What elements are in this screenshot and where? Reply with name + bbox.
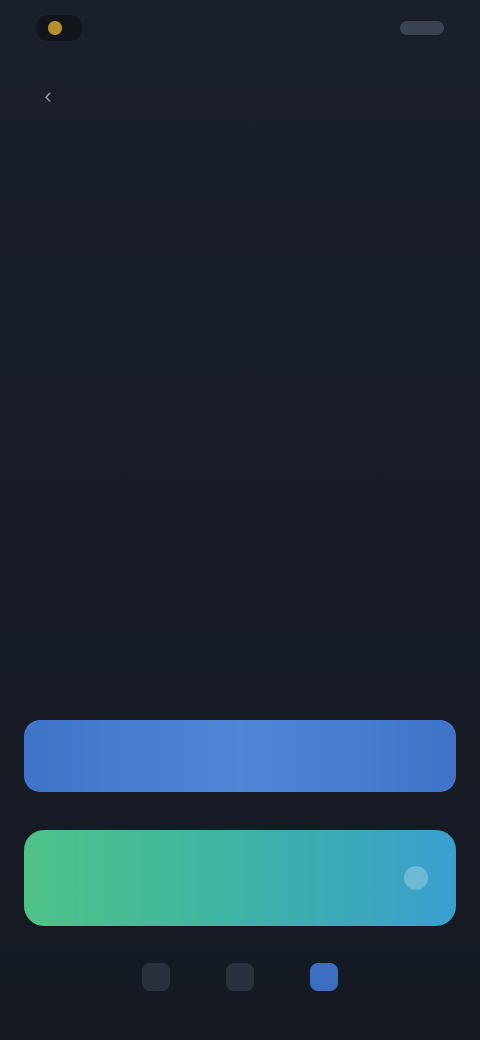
back-button[interactable]: ‹: [28, 76, 68, 116]
home-icon: [142, 963, 170, 991]
bottom-tab-bar: [0, 944, 480, 1016]
page-header: ‹: [28, 72, 452, 120]
tab-home[interactable]: [142, 963, 170, 997]
profile-icon: [310, 963, 338, 991]
accent-button[interactable]: [24, 830, 456, 926]
primary-button[interactable]: [24, 720, 456, 792]
status-app-chip: [36, 15, 82, 41]
status-indicators: [394, 21, 444, 35]
arrow-right-icon: [404, 866, 428, 890]
battery-icon: [400, 21, 444, 35]
app-screen: ‹: [0, 0, 480, 1040]
grid-icon: [226, 963, 254, 991]
status-bar: [0, 0, 480, 56]
tab-profile[interactable]: [310, 963, 338, 997]
tab-grid[interactable]: [226, 963, 254, 997]
app-indicator-icon: [48, 21, 62, 35]
chevron-left-icon: ‹: [44, 83, 52, 108]
main-content: [32, 140, 448, 196]
